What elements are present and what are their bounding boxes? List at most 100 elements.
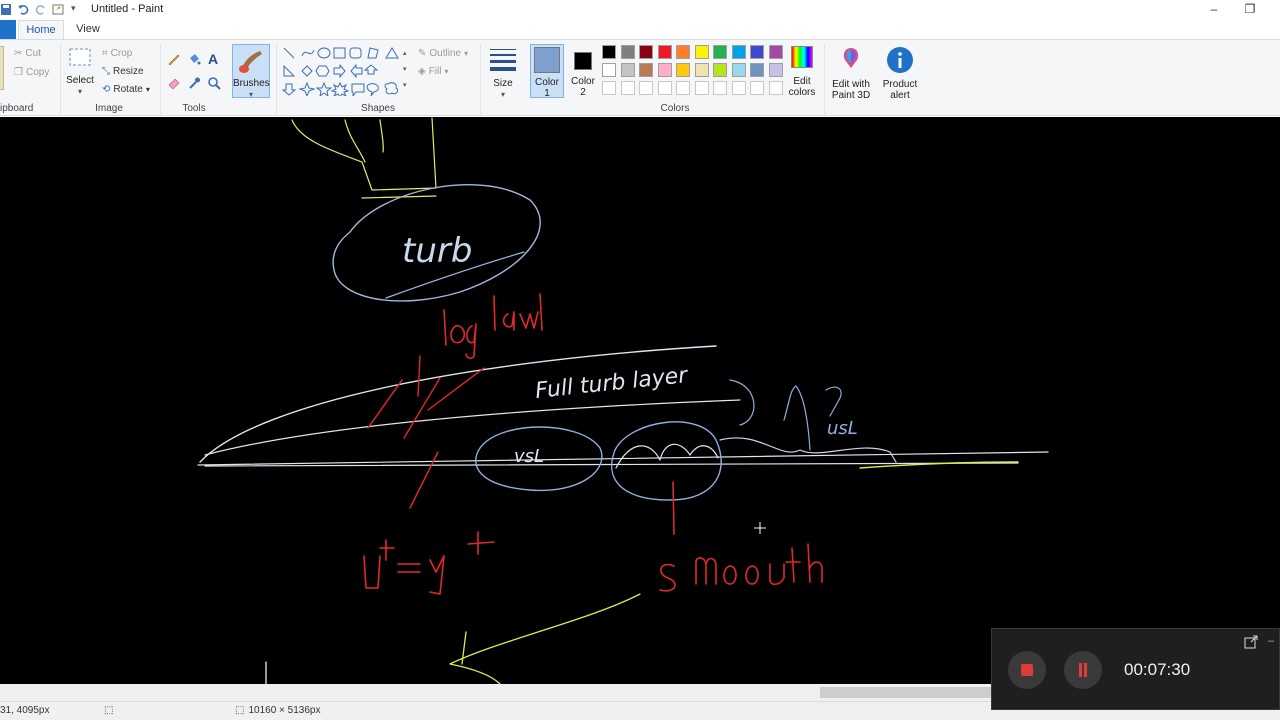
selection-icon: ⬚ — [104, 705, 114, 716]
select-rectangle-icon — [69, 48, 91, 66]
custom-color-slot[interactable] — [657, 81, 672, 95]
outline-label: Outline — [429, 47, 462, 59]
label-fully-turbulent: Full turb layer — [534, 363, 690, 404]
palette-swatch[interactable] — [602, 63, 616, 77]
window-title: Untitled - Paint — [91, 3, 164, 15]
paste-button[interactable] — [0, 46, 4, 90]
tab-file[interactable] — [0, 20, 16, 39]
custom-color-slot[interactable] — [750, 81, 764, 95]
palette-swatch[interactable] — [676, 45, 690, 59]
shapes-scroll[interactable]: ▴ ▾ ▾ — [403, 46, 409, 96]
color2-label: Color — [571, 76, 595, 87]
custom-color-slot[interactable] — [676, 81, 690, 95]
custom-color-slot[interactable] — [731, 81, 746, 95]
color-picker-icon[interactable] — [187, 76, 201, 90]
chevron-down-icon: ▾ — [444, 66, 449, 76]
scrollbar-thumb[interactable] — [820, 687, 1020, 698]
brush-icon — [239, 51, 262, 73]
color2-number: 2 — [580, 87, 586, 98]
palette-swatch[interactable] — [768, 45, 783, 59]
drawing-canvas[interactable]: turb Full turb layer usL vsL — [0, 117, 1280, 684]
cut-label: Cut — [25, 47, 41, 59]
outline-icon: ✎ — [418, 47, 427, 59]
palette-swatch[interactable] — [694, 63, 709, 77]
tab-view[interactable]: View — [70, 20, 106, 39]
text-tool-icon[interactable]: A — [208, 51, 218, 67]
rainbow-icon — [791, 46, 813, 68]
info-icon — [887, 47, 913, 73]
restore-button[interactable]: ❐ — [1232, 0, 1268, 20]
tools-group-label: Tools — [182, 103, 206, 114]
rotate-button[interactable]: ⟲ Rotate ▾ — [102, 81, 150, 97]
color2-button[interactable]: Color 2 — [567, 44, 599, 98]
minimize-button[interactable]: – — [1196, 0, 1232, 20]
rotate-icon: ⟲ — [102, 83, 111, 95]
undo-icon[interactable] — [17, 3, 30, 16]
palette-swatch[interactable] — [639, 63, 653, 77]
pencil-icon[interactable] — [167, 52, 181, 66]
outline-button[interactable]: ✎ Outline ▾ — [418, 45, 468, 61]
palette-swatch[interactable] — [750, 63, 764, 77]
color1-swatch — [534, 47, 560, 73]
chevron-down-icon: ▾ — [77, 87, 82, 96]
copy-button[interactable]: ❐ Copy — [14, 64, 49, 80]
cursor-position: 31, 4095px — [0, 705, 50, 716]
ribbon: ✂ Cut ❐ Copy ipboard Select ▾ ⌗ Crop ⤡ Resiz… — [0, 39, 1280, 116]
chevron-down-icon: ▾ — [145, 84, 150, 94]
eraser-icon[interactable] — [167, 76, 181, 90]
edit-colors-button[interactable]: Edit colors — [786, 46, 818, 98]
palette-swatch[interactable] — [657, 45, 672, 59]
size-label: Size — [493, 78, 513, 89]
custom-color-slot[interactable] — [768, 81, 783, 95]
magnifier-icon[interactable] — [207, 76, 221, 90]
fill-bucket-icon[interactable] — [187, 52, 201, 66]
shapes-gallery[interactable] — [282, 46, 408, 96]
quick-access-dropdown[interactable]: ▾ — [71, 3, 76, 14]
save-icon[interactable] — [0, 3, 13, 16]
select-label: Select — [66, 75, 94, 86]
expand-icon[interactable] — [1244, 635, 1258, 649]
palette-swatch[interactable] — [713, 45, 727, 59]
palette-swatch[interactable] — [620, 45, 635, 59]
color1-button[interactable]: Color 1 — [530, 44, 564, 99]
tab-home[interactable]: Home — [18, 20, 64, 39]
palette-swatch[interactable] — [694, 45, 709, 59]
select-button[interactable]: Select ▾ — [64, 46, 96, 97]
palette-swatch[interactable] — [657, 63, 672, 77]
pause-recording-button[interactable] — [1064, 651, 1102, 689]
palette-swatch[interactable] — [713, 63, 727, 77]
palette-swatch[interactable] — [731, 45, 746, 59]
palette-swatch[interactable] — [731, 63, 746, 77]
custom-color-slot[interactable] — [639, 81, 653, 95]
brushes-button[interactable]: Brushes ▾ — [232, 44, 270, 99]
separator — [480, 44, 481, 114]
palette-swatch[interactable] — [639, 45, 653, 59]
custom-color-slot[interactable] — [713, 81, 727, 95]
title-bar: ▾ Untitled - Paint – ❐ — [0, 0, 1280, 20]
fill-button[interactable]: ◈ Fill ▾ — [418, 63, 449, 79]
copy-label: Copy — [25, 66, 50, 78]
redo-icon[interactable] — [34, 3, 47, 16]
customize-icon[interactable] — [52, 3, 65, 16]
label-turbo: turb — [402, 231, 472, 271]
size-button[interactable]: Size ▾ — [486, 46, 520, 100]
cut-button[interactable]: ✂ Cut — [14, 45, 41, 61]
custom-color-slot[interactable] — [620, 81, 635, 95]
crop-button[interactable]: ⌗ Crop — [102, 45, 132, 61]
fill-label: Fill — [428, 65, 442, 77]
edit-with-paint3d-button[interactable]: Edit with Paint 3D — [828, 46, 874, 101]
close-icon[interactable]: – — [1268, 635, 1274, 647]
custom-color-slot[interactable] — [694, 81, 709, 95]
screen-recorder-panel: 00:07:30 – — [991, 628, 1280, 710]
custom-color-slot[interactable] — [602, 81, 616, 95]
palette-swatch[interactable] — [602, 45, 616, 59]
palette-swatch[interactable] — [750, 45, 764, 59]
resize-button[interactable]: ⤡ Resize — [102, 63, 144, 79]
palette-swatch[interactable] — [620, 63, 635, 77]
recording-timer: 00:07:30 — [1124, 660, 1191, 679]
stop-recording-button[interactable] — [1008, 651, 1046, 689]
product-alert-button[interactable]: Product alert — [878, 46, 922, 101]
palette-swatch[interactable] — [676, 63, 690, 77]
paint-window: ▾ Untitled - Paint – ❐ Home View ✂ Cut ❐ C… — [0, 0, 1280, 720]
palette-swatch[interactable] — [768, 63, 783, 77]
